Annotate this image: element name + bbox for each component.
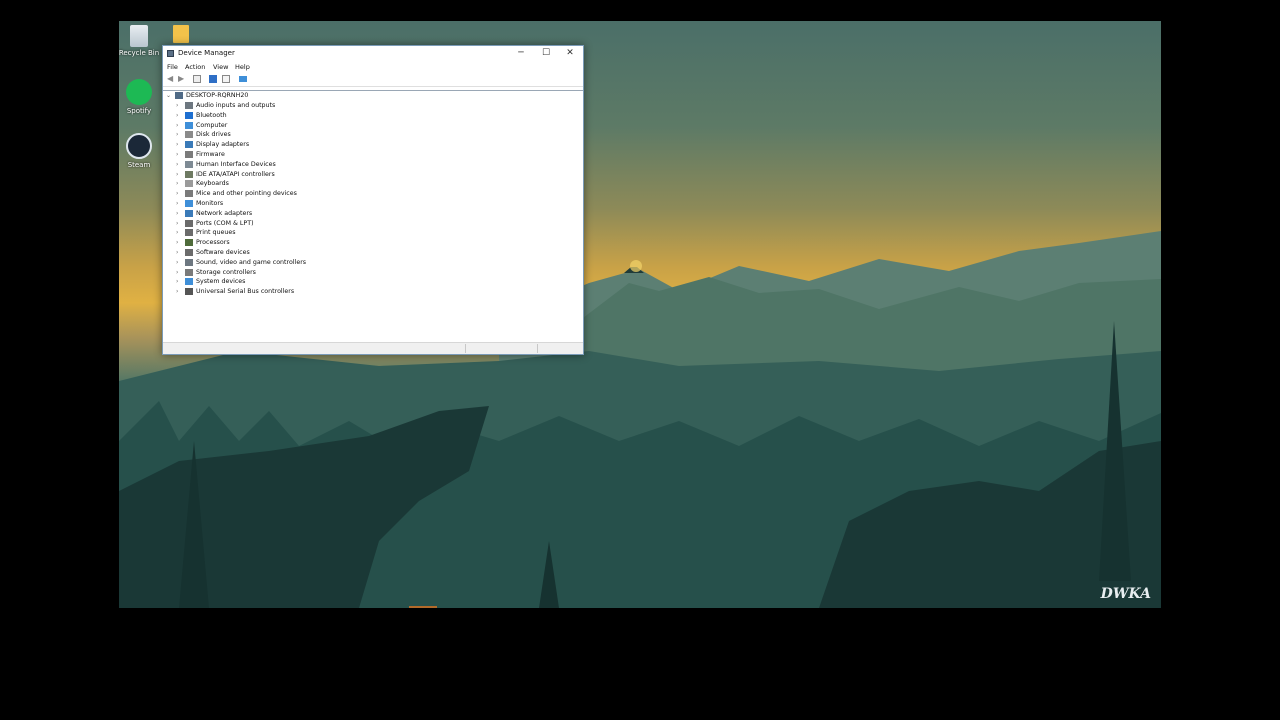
monitor-icon (185, 200, 193, 207)
expand-caret-icon[interactable]: › (176, 190, 178, 197)
close-button[interactable]: ✕ (558, 46, 582, 61)
status-divider (537, 344, 538, 353)
category-label: Firmware (196, 151, 225, 158)
category-label: Universal Serial Bus controllers (196, 288, 295, 296)
computer-root-icon (175, 92, 183, 99)
folder-desktop-icon[interactable] (159, 25, 203, 45)
menu-view[interactable]: View (213, 63, 228, 71)
expand-caret-icon[interactable]: › (176, 229, 178, 236)
keyboard-icon (185, 180, 193, 188)
storage-icon (185, 268, 193, 276)
recycle-bin-label: Recycle Bin (119, 49, 160, 57)
spotify-icon (126, 79, 152, 105)
category-label: Disk drives (196, 131, 231, 139)
expand-caret-icon[interactable]: › (176, 200, 178, 207)
device-manager-icon (167, 50, 174, 57)
system-icon (185, 278, 193, 286)
speaker-icon (185, 102, 193, 109)
status-divider (465, 344, 466, 353)
category-label: Mice and other pointing devices (196, 190, 297, 198)
root-label: DESKTOP-RQRNH20 (186, 92, 249, 99)
expand-caret-icon[interactable]: › (176, 171, 178, 178)
spotify-desktop-icon[interactable]: Spotify (119, 79, 161, 115)
expand-caret-icon[interactable]: › (176, 239, 178, 246)
device-manager-window: Device Manager ─ ☐ ✕ File Action View He… (162, 45, 584, 355)
back-icon[interactable]: ◀ (167, 75, 175, 83)
wallpaper-watermark: DWKA (1100, 586, 1151, 602)
expand-caret-icon[interactable]: › (176, 180, 178, 187)
expand-caret-icon[interactable]: › (176, 210, 178, 217)
forward-icon[interactable]: ▶ (178, 75, 186, 83)
monitor-icon[interactable] (239, 76, 247, 82)
processor-icon (185, 239, 193, 247)
display-adapter-icon (185, 141, 193, 149)
ide-icon (185, 170, 193, 178)
folder-icon (173, 25, 189, 43)
network-icon (185, 209, 193, 217)
menu-bar: File Action View Help (163, 61, 583, 72)
expand-caret-icon[interactable]: › (176, 102, 178, 109)
category-label: Storage controllers (196, 268, 256, 276)
status-bar (163, 342, 583, 354)
printer-icon (185, 229, 193, 237)
category-label: IDE ATA/ATAPI controllers (196, 170, 275, 178)
expand-caret-icon[interactable]: › (176, 269, 178, 276)
spotify-label: Spotify (126, 107, 152, 115)
expand-caret-icon[interactable]: › (176, 278, 178, 285)
recycle-bin-icon (130, 25, 148, 47)
collapse-caret-icon[interactable]: ⌄ (166, 92, 171, 99)
usb-icon (185, 288, 193, 296)
steam-desktop-icon[interactable]: Steam (119, 133, 161, 169)
firmware-icon (185, 151, 193, 158)
category-label: Monitors (196, 200, 224, 207)
hid-icon (185, 160, 193, 168)
category-label: Display adapters (196, 141, 250, 149)
steam-icon (126, 133, 152, 159)
expand-caret-icon[interactable]: › (176, 259, 178, 266)
expand-caret-icon[interactable]: › (176, 122, 178, 129)
category-label: Bluetooth (196, 111, 227, 119)
taskbar-hint (409, 606, 437, 608)
expand-caret-icon[interactable]: › (176, 249, 178, 256)
menu-action[interactable]: Action (185, 63, 205, 71)
category-label: Computer (196, 121, 228, 129)
menu-help[interactable]: Help (235, 63, 250, 71)
help-icon[interactable] (209, 75, 217, 83)
software-icon (185, 249, 193, 256)
category-label: Network adapters (196, 209, 253, 217)
minimize-button[interactable]: ─ (509, 46, 533, 61)
category-label: Human Interface Devices (196, 160, 276, 168)
menu-file[interactable]: File (167, 63, 178, 71)
category-label: System devices (196, 278, 246, 286)
device-tree: ⌄ DESKTOP-RQRNH20 › Audio inputs and outp… (163, 90, 583, 343)
category-label: Audio inputs and outputs (196, 102, 276, 109)
view-icon[interactable] (222, 75, 230, 83)
properties-icon[interactable] (193, 75, 201, 83)
expand-caret-icon[interactable]: › (176, 141, 178, 148)
category-label: Keyboards (196, 180, 229, 188)
expand-caret-icon[interactable]: › (176, 288, 178, 295)
recycle-bin-desktop-icon[interactable]: Recycle Bin (119, 25, 161, 57)
category-label: Sound, video and game controllers (196, 258, 307, 266)
port-icon (185, 219, 193, 227)
expand-caret-icon[interactable]: › (176, 131, 178, 138)
category-label: Ports (COM & LPT) (196, 219, 254, 227)
window-title: Device Manager (178, 49, 235, 57)
category-label: Print queues (196, 229, 236, 237)
maximize-button[interactable]: ☐ (534, 46, 558, 61)
expand-caret-icon[interactable]: › (176, 220, 178, 227)
expand-caret-icon[interactable]: › (176, 112, 178, 119)
category-label: Processors (196, 239, 230, 247)
bluetooth-icon (185, 111, 193, 119)
title-bar[interactable]: Device Manager ─ ☐ ✕ (163, 46, 583, 61)
category-label: Software devices (196, 249, 250, 256)
sound-icon (185, 258, 193, 266)
mouse-icon (185, 190, 193, 198)
steam-label: Steam (127, 161, 151, 169)
expand-caret-icon[interactable]: › (176, 151, 178, 158)
expand-caret-icon[interactable]: › (176, 161, 178, 168)
computer-icon (185, 121, 193, 129)
disk-icon (185, 131, 193, 139)
toolbar: ◀ ▶ (163, 72, 583, 87)
